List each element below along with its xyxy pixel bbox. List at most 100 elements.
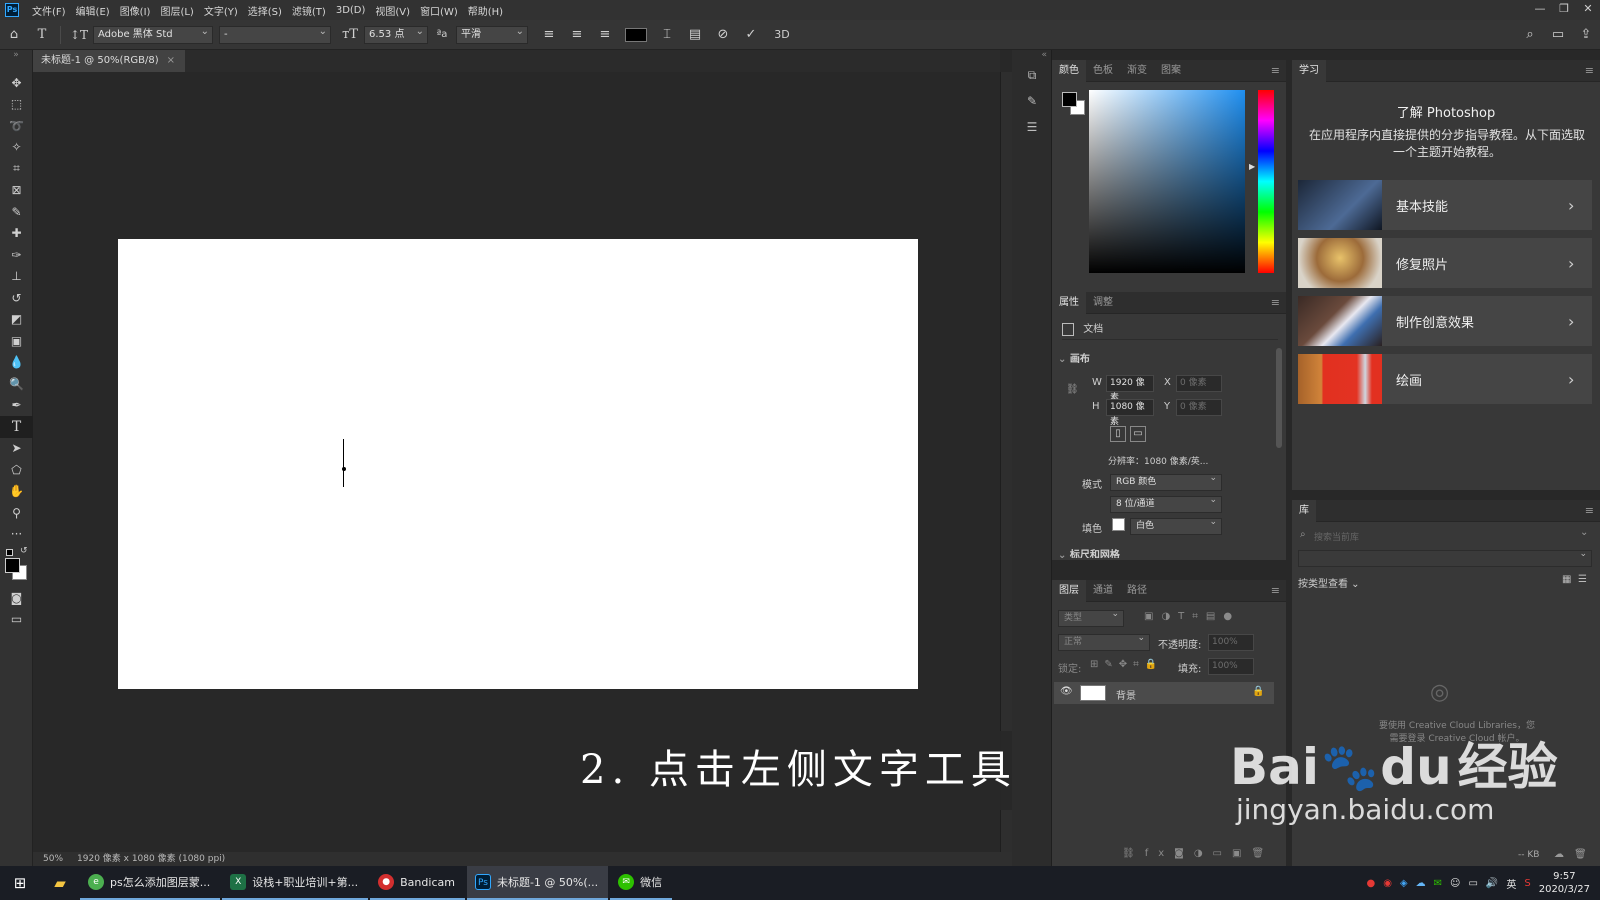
mode-select[interactable]: RGB 颜色 bbox=[1110, 471, 1222, 491]
restore-button[interactable]: ❐ bbox=[1552, 0, 1576, 20]
lasso-tool-icon[interactable]: ➰ bbox=[0, 115, 33, 137]
brush-settings-icon[interactable]: ✎ bbox=[1012, 88, 1052, 114]
quick-mask-icon[interactable]: ◙ bbox=[0, 587, 33, 609]
bit-depth-select[interactable]: 8 位/通道 bbox=[1110, 493, 1222, 513]
gradient-tool-icon[interactable]: ▣ bbox=[0, 330, 33, 352]
stamp-tool-icon[interactable]: ⊥ bbox=[0, 266, 33, 288]
align-right-icon[interactable]: ≡ bbox=[594, 24, 616, 46]
menu-file[interactable]: 文件(F) bbox=[27, 3, 71, 18]
minimize-button[interactable]: — bbox=[1528, 0, 1552, 20]
fill-opacity-field[interactable]: 100% bbox=[1208, 658, 1254, 675]
foreground-color-chip[interactable] bbox=[1062, 92, 1077, 107]
eye-icon[interactable]: 👁 bbox=[1060, 686, 1073, 697]
brush-tool-icon[interactable]: ✑ bbox=[0, 244, 33, 266]
blur-tool-icon[interactable]: 💧 bbox=[0, 352, 33, 374]
layer-actions[interactable]: ⛓fx◙◑▭▣🗑 bbox=[1122, 848, 1274, 859]
record-icon[interactable]: ● bbox=[1366, 878, 1375, 889]
shape-tool-icon[interactable]: ⬠ bbox=[0, 459, 33, 481]
font-size-select[interactable]: 6.53 点 bbox=[364, 24, 428, 44]
network-icon[interactable]: ▭ bbox=[1468, 878, 1477, 889]
panel-menu-icon[interactable]: ≡ bbox=[1585, 64, 1594, 77]
chevron-down-icon[interactable]: ⌄ bbox=[1580, 527, 1588, 538]
text-orientation-icon[interactable]: ↕T bbox=[68, 24, 90, 46]
x-field[interactable]: 0 像素 bbox=[1176, 375, 1222, 392]
layer-filter-select[interactable]: 类型 bbox=[1058, 607, 1124, 627]
zoom-level[interactable]: 50% bbox=[43, 852, 63, 866]
menu-window[interactable]: 窗口(W) bbox=[415, 3, 463, 18]
ime-icon[interactable]: S bbox=[1524, 878, 1530, 889]
menu-layer[interactable]: 图层(L) bbox=[155, 3, 198, 18]
collapse-icon[interactable]: « bbox=[1012, 50, 1051, 62]
hue-slider-marker-icon[interactable]: ▶ bbox=[1249, 162, 1255, 171]
rulers-section-header[interactable]: ⌄ 标尺和网格 bbox=[1058, 546, 1120, 558]
tab-library[interactable]: 库 bbox=[1292, 499, 1316, 522]
width-field[interactable]: 1920 像素 bbox=[1106, 375, 1154, 403]
document-canvas[interactable] bbox=[118, 239, 918, 689]
tab-properties[interactable]: 属性 bbox=[1052, 291, 1086, 314]
taskbar-item-browser[interactable]: e ps怎么添加图层蒙... bbox=[80, 866, 221, 900]
tab-paths[interactable]: 路径 bbox=[1120, 580, 1154, 602]
history-brush-tool-icon[interactable]: ↺ bbox=[0, 287, 33, 309]
learn-card-basic-skills[interactable]: 基本技能 › bbox=[1298, 180, 1592, 230]
library-select[interactable] bbox=[1298, 547, 1592, 567]
menu-help[interactable]: 帮助(H) bbox=[463, 3, 508, 18]
learn-card-creative-effects[interactable]: 制作创意效果 › bbox=[1298, 296, 1592, 346]
align-left-icon[interactable]: ≡ bbox=[538, 24, 560, 46]
panel-menu-icon[interactable]: ≡ bbox=[1271, 64, 1280, 77]
layer-row[interactable]: 👁 背景 🔒 bbox=[1054, 682, 1274, 704]
grid-view-icon[interactable]: ▦ bbox=[1562, 574, 1571, 585]
panel-menu-icon[interactable]: ≡ bbox=[1271, 584, 1280, 597]
align-center-icon[interactable]: ≡ bbox=[566, 24, 588, 46]
canvas-section-header[interactable]: ⌄ 画布 bbox=[1058, 350, 1090, 365]
history-icon[interactable]: ⧉ bbox=[1012, 62, 1052, 88]
taskbar-item-excel[interactable]: X 设栈+职业培训+第... bbox=[222, 866, 369, 900]
type-tool-preset-icon[interactable]: T bbox=[31, 24, 53, 46]
warp-text-icon[interactable]: ⌶ bbox=[656, 24, 678, 46]
menu-3d[interactable]: 3D(D) bbox=[331, 5, 371, 16]
input-language[interactable]: 英 bbox=[1506, 876, 1516, 891]
opacity-field[interactable]: 100% bbox=[1208, 634, 1254, 651]
more-tools-icon[interactable]: ··· bbox=[0, 524, 33, 546]
close-window-button[interactable]: ✕ bbox=[1576, 0, 1600, 20]
type-tool-icon[interactable]: T bbox=[0, 416, 33, 438]
color-field[interactable] bbox=[1089, 90, 1245, 273]
close-tab-icon[interactable]: × bbox=[167, 50, 175, 72]
menu-view[interactable]: 视图(V) bbox=[370, 3, 415, 18]
eyedropper-tool-icon[interactable]: ✎ bbox=[0, 201, 33, 223]
fill-color-swatch[interactable] bbox=[1112, 518, 1125, 531]
hue-slider[interactable] bbox=[1258, 90, 1274, 273]
font-family-select[interactable]: Adobe 黑体 Std bbox=[93, 24, 213, 44]
color-swatches[interactable]: ↺ bbox=[0, 545, 32, 587]
antivirus-icon[interactable]: ◉ bbox=[1383, 878, 1392, 889]
healing-brush-tool-icon[interactable]: ✚ bbox=[0, 223, 33, 245]
three-d-button[interactable]: 3D bbox=[768, 24, 796, 46]
menu-filter[interactable]: 滤镜(T) bbox=[287, 3, 331, 18]
panel-menu-icon[interactable]: ≡ bbox=[1585, 504, 1594, 517]
text-color-swatch[interactable] bbox=[625, 27, 647, 42]
tab-layers[interactable]: 图层 bbox=[1052, 579, 1086, 602]
layer-filter-icons[interactable]: ▣◑T⌗▤● bbox=[1144, 611, 1240, 622]
menu-select[interactable]: 选择(S) bbox=[243, 3, 287, 18]
tab-patterns[interactable]: 图案 bbox=[1154, 60, 1188, 82]
taskbar-item-wechat[interactable]: ✉ 微信 bbox=[610, 866, 673, 900]
tab-gradients[interactable]: 渐变 bbox=[1120, 60, 1154, 82]
height-field[interactable]: 1080 像素 bbox=[1106, 399, 1154, 427]
link-icon[interactable]: ⛓ bbox=[1066, 384, 1079, 395]
menu-type[interactable]: 文字(Y) bbox=[199, 3, 243, 18]
foreground-color-swatch[interactable] bbox=[5, 558, 20, 573]
path-selection-tool-icon[interactable]: ➤ bbox=[0, 438, 33, 460]
cloud-sync-icon[interactable]: ☁ bbox=[1416, 878, 1426, 889]
menu-edit[interactable]: 编辑(E) bbox=[71, 3, 115, 18]
magic-wand-tool-icon[interactable]: ✧ bbox=[0, 137, 33, 159]
blend-mode-select[interactable]: 正常 bbox=[1058, 631, 1150, 651]
qq-icon[interactable]: ☺ bbox=[1450, 878, 1460, 889]
lock-icons[interactable]: ⊞✎✥⌗🔒 bbox=[1090, 659, 1163, 670]
default-colors-icon[interactable] bbox=[6, 549, 13, 556]
security-icon[interactable]: ◈ bbox=[1400, 878, 1408, 889]
hand-tool-icon[interactable]: ✋ bbox=[0, 481, 33, 503]
library-search[interactable]: ⌕ 搜索当前库 ⌄ bbox=[1298, 527, 1592, 544]
wechat-tray-icon[interactable]: ✉ bbox=[1434, 878, 1442, 889]
clock[interactable]: 9:57 2020/3/27 bbox=[1539, 870, 1590, 896]
antialias-select[interactable]: 平滑 bbox=[456, 24, 528, 44]
trash-icon[interactable]: 🗑 bbox=[1574, 849, 1587, 860]
